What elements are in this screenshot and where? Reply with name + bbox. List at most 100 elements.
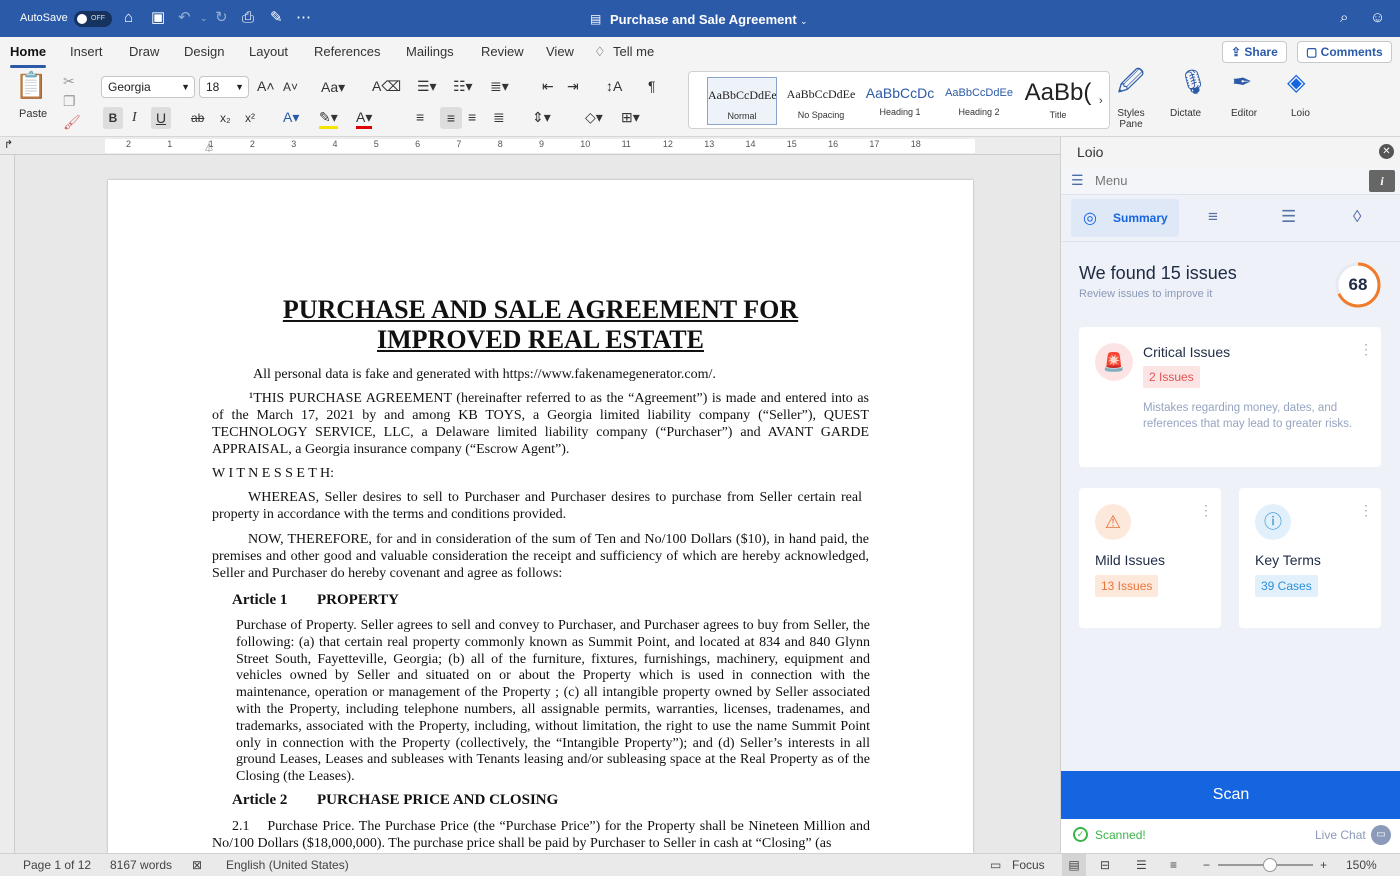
language-indicator[interactable]: English (United States) <box>226 858 349 872</box>
menu-label[interactable]: Menu <box>1095 173 1128 188</box>
document-title[interactable]: Purchase and Sale Agreement <box>610 12 797 27</box>
critical-issues-card[interactable]: 🚨 Critical Issues ⋮ 2 Issues Mistakes re… <box>1079 327 1381 467</box>
redo-icon[interactable]: ↻ <box>215 9 228 27</box>
increase-indent-icon[interactable]: ⇥ <box>567 77 579 95</box>
decrease-indent-icon[interactable]: ⇤ <box>542 77 554 95</box>
drop-icon[interactable]: ◊ <box>1353 207 1361 227</box>
undo-icon[interactable]: ↶ <box>178 9 191 27</box>
scan-button[interactable]: Scan <box>1061 771 1400 819</box>
tell-me-search[interactable]: Tell me <box>613 44 654 59</box>
tab-review[interactable]: Review <box>481 44 524 59</box>
title-chevron-icon[interactable]: ⌄ <box>800 12 808 30</box>
key-terms-card[interactable]: ⓘ ⋮ Key Terms 39 Cases <box>1239 488 1381 628</box>
grow-font-icon[interactable]: A˄ <box>257 77 275 95</box>
paste-icon[interactable]: 📋 <box>15 72 47 98</box>
mild-issues-card[interactable]: ⚠ ⋮ Mild Issues 13 Issues <box>1079 488 1221 628</box>
focus-label[interactable]: Focus <box>1012 858 1045 872</box>
align-right-icon[interactable]: ≡ <box>468 108 476 126</box>
loio-label[interactable]: Loio <box>1291 108 1310 119</box>
dictate-label[interactable]: Dictate <box>1170 108 1201 119</box>
tab-stop-icon[interactable]: ↱ <box>4 138 13 151</box>
text-list-icon[interactable]: ≡ <box>1208 207 1218 227</box>
align-center-icon[interactable]: ≡ <box>440 107 462 129</box>
account-icon[interactable]: ☺ <box>1370 9 1385 27</box>
tab-summary[interactable]: ◎ Summary <box>1071 199 1179 237</box>
draft-view-icon[interactable]: ≡ <box>1170 858 1177 872</box>
print-icon[interactable]: ⎙ <box>242 9 254 27</box>
subscript-icon[interactable]: x₂ <box>220 109 231 127</box>
save-as-icon[interactable]: ✎ <box>270 9 283 27</box>
borders-icon[interactable]: ⊞▾ <box>621 108 640 126</box>
microphone-icon[interactable]: 🎙 <box>1178 71 1208 95</box>
horizontal-ruler[interactable]: ↱ 2 1 1 2 3 4 5 6 7 8 9 10 11 12 13 14 15 16 17 18 ⏃ <box>0 137 1060 155</box>
tab-draw[interactable]: Draw <box>129 44 159 59</box>
tab-insert[interactable]: Insert <box>70 44 103 59</box>
zoom-slider-thumb[interactable] <box>1263 858 1277 872</box>
editor-icon[interactable]: ✒ <box>1232 71 1252 95</box>
tab-view[interactable]: View <box>546 44 574 59</box>
editor-label[interactable]: Editor <box>1231 108 1257 119</box>
search-icon[interactable]: ⌕ <box>1340 9 1348 27</box>
style-no-spacing[interactable]: AaBbCcDdEe No Spacing <box>786 77 856 125</box>
sort-icon[interactable]: ↕A <box>606 77 622 95</box>
align-left-icon[interactable]: ≡ <box>416 108 424 126</box>
indent-marker-icon[interactable]: ⏃ <box>204 139 214 154</box>
word-count[interactable]: 8167 words <box>110 858 172 872</box>
style-normal[interactable]: AaBbCcDdEe Normal <box>707 77 777 125</box>
page-count[interactable]: Page 1 of 12 <box>23 858 91 872</box>
styles-pane-label[interactable]: Styles Pane <box>1116 108 1146 130</box>
styles-pane-icon[interactable]: 🖉 <box>1117 68 1145 94</box>
superscript-icon[interactable]: x² <box>245 109 255 127</box>
save-icon[interactable]: ▣ <box>151 9 165 27</box>
tab-mailings[interactable]: Mailings <box>406 44 454 59</box>
change-case-icon[interactable]: Aa▾ <box>321 78 345 96</box>
strikethrough-icon[interactable]: ab <box>191 109 204 127</box>
card-menu-icon[interactable]: ⋮ <box>1359 502 1373 519</box>
proofing-icon[interactable]: ⊠ <box>192 858 202 872</box>
shrink-font-icon[interactable]: A˅ <box>283 78 298 96</box>
outline-view-icon[interactable]: ☰ <box>1136 858 1147 872</box>
italic-icon[interactable]: I <box>132 109 137 127</box>
cut-icon[interactable]: ✂ <box>63 72 75 90</box>
info-icon[interactable]: i <box>1369 170 1395 192</box>
style-heading-1[interactable]: AaBbCcDc Heading 1 <box>865 77 935 125</box>
zoom-out-icon[interactable]: − <box>1203 858 1210 872</box>
bullets-icon[interactable]: ☰▾ <box>417 77 437 95</box>
bold-icon[interactable]: B <box>103 107 123 129</box>
focus-icon[interactable]: ▭ <box>990 858 1001 872</box>
card-menu-icon[interactable]: ⋮ <box>1359 341 1373 358</box>
font-color-icon[interactable]: A▾ <box>356 108 373 129</box>
show-formatting-icon[interactable]: ¶ <box>648 77 656 95</box>
underline-icon[interactable]: U <box>151 107 171 129</box>
tab-layout[interactable]: Layout <box>249 44 288 59</box>
tab-references[interactable]: References <box>314 44 380 59</box>
line-spacing-icon[interactable]: ⇕▾ <box>532 108 551 126</box>
menu-icon[interactable]: ☰ <box>1071 172 1084 189</box>
autosave-toggle[interactable]: OFF <box>74 11 112 27</box>
chat-icon[interactable]: ▭ <box>1371 825 1391 845</box>
highlight-icon[interactable]: ✎▾ <box>319 108 338 129</box>
numbering-icon[interactable]: ☷▾ <box>453 77 473 95</box>
more-icon[interactable]: ⋯ <box>296 9 311 27</box>
multilevel-list-icon[interactable]: ≣▾ <box>490 77 509 95</box>
stack-icon[interactable]: ☰ <box>1281 207 1296 227</box>
print-layout-icon[interactable]: ▤ <box>1062 854 1086 876</box>
undo-dropdown-icon[interactable]: ⌄ <box>200 9 208 27</box>
tab-home[interactable]: Home <box>10 44 47 68</box>
chevron-right-icon[interactable]: › <box>1099 92 1103 110</box>
comments-button[interactable]: ▢ Comments <box>1297 41 1392 63</box>
style-heading-2[interactable]: AaBbCcDdEe Heading 2 <box>944 77 1014 125</box>
loio-icon[interactable]: ◈ <box>1287 71 1305 95</box>
style-title[interactable]: AaBb(Title <box>1023 77 1093 125</box>
shading-icon[interactable]: ◇▾ <box>585 108 603 126</box>
font-size-select[interactable]: 18 ▼ <box>199 76 249 98</box>
share-button[interactable]: ⇪ Share <box>1222 41 1287 63</box>
zoom-in-icon[interactable]: + <box>1320 858 1327 872</box>
close-icon[interactable]: ✕ <box>1379 144 1394 159</box>
font-name-select[interactable]: Georgia ▼ <box>101 76 195 98</box>
live-chat-link[interactable]: Live Chat <box>1315 828 1366 842</box>
home-icon[interactable]: ⌂ <box>124 9 133 27</box>
tab-design[interactable]: Design <box>184 44 224 59</box>
card-menu-icon[interactable]: ⋮ <box>1199 502 1213 519</box>
justify-icon[interactable]: ≣ <box>493 108 505 126</box>
